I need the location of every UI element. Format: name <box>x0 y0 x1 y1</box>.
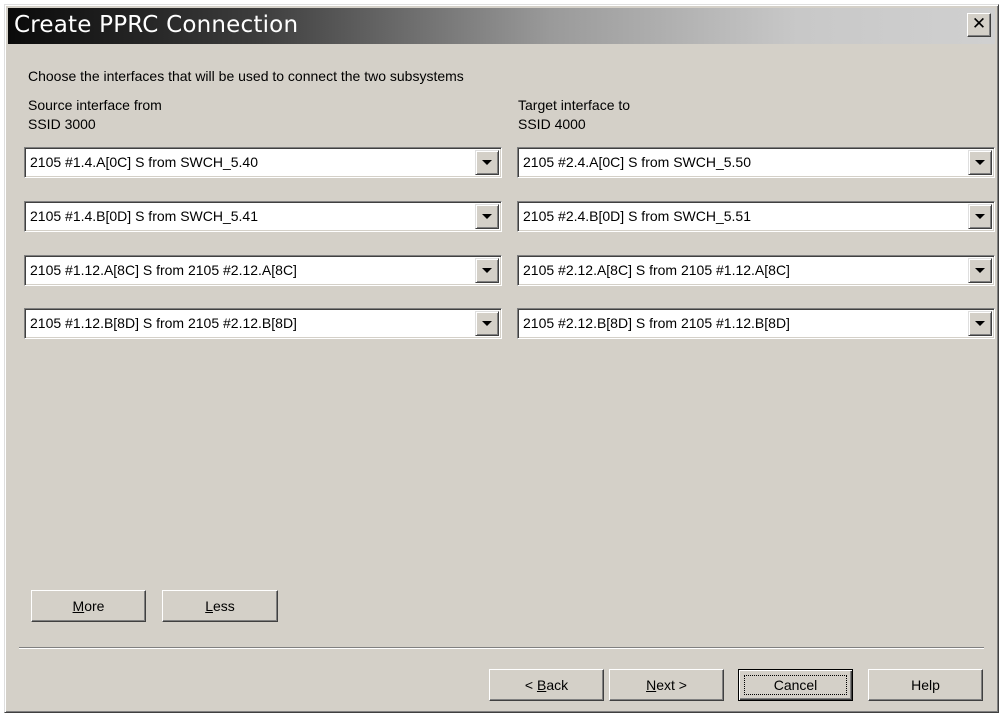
target-interface-select-4-value: 2105 #2.12.B[8D] S from 2105 #1.12.B[8D] <box>523 315 790 331</box>
footer-separator <box>19 647 984 649</box>
chevron-down-icon <box>482 160 492 165</box>
source-interface-select-1-dropdown-button[interactable] <box>475 150 499 175</box>
source-interface-select-4-value: 2105 #1.12.B[8D] S from 2105 #2.12.B[8D] <box>30 315 297 331</box>
cancel-button[interactable]: Cancel <box>738 669 853 701</box>
more-button-label: ore <box>84 598 105 614</box>
target-interface-select-4[interactable]: 2105 #2.12.B[8D] S from 2105 #1.12.B[8D] <box>517 308 995 339</box>
help-button[interactable]: Help <box>868 669 983 701</box>
instructions-text: Choose the interfaces that will be used … <box>28 68 464 84</box>
target-interface-select-1[interactable]: 2105 #2.4.A[0C] S from SWCH_5.50 <box>517 147 995 178</box>
chevron-down-icon <box>975 268 985 273</box>
chevron-down-icon <box>975 321 985 326</box>
source-interface-select-4[interactable]: 2105 #1.12.B[8D] S from 2105 #2.12.B[8D] <box>24 308 502 339</box>
target-interface-select-3[interactable]: 2105 #2.12.A[8C] S from 2105 #1.12.A[8C] <box>517 255 995 286</box>
title-bar[interactable]: Create PPRC Connection ✕ <box>8 8 995 44</box>
target-interface-select-3-dropdown-button[interactable] <box>968 258 992 283</box>
back-button-label: ack <box>546 677 569 693</box>
source-interface-select-2[interactable]: 2105 #1.4.B[0D] S from SWCH_5.41 <box>24 201 502 232</box>
target-interface-select-2[interactable]: 2105 #2.4.B[0D] S from SWCH_5.51 <box>517 201 995 232</box>
chevron-down-icon <box>975 160 985 165</box>
target-interface-select-3-value: 2105 #2.12.A[8C] S from 2105 #1.12.A[8C] <box>523 262 790 278</box>
cancel-button-label: Cancel <box>773 677 818 693</box>
chevron-down-icon <box>482 268 492 273</box>
less-button-mnemonic: L <box>205 598 213 614</box>
source-interface-select-3[interactable]: 2105 #1.12.A[8C] S from 2105 #2.12.A[8C] <box>24 255 502 286</box>
source-interface-select-1[interactable]: 2105 #1.4.A[0C] S from SWCH_5.40 <box>24 147 502 178</box>
back-button-prefix: < <box>524 677 537 693</box>
close-icon: ✕ <box>971 14 987 34</box>
back-button-mnemonic: B <box>536 677 547 693</box>
next-button-label: ext > <box>656 677 687 693</box>
chevron-down-icon <box>482 214 492 219</box>
target-interface-select-1-value: 2105 #2.4.A[0C] S from SWCH_5.50 <box>523 154 751 170</box>
chevron-down-icon <box>482 321 492 326</box>
less-button[interactable]: Less <box>162 590 278 622</box>
more-button[interactable]: More <box>31 590 146 622</box>
next-button[interactable]: Next > <box>609 669 724 701</box>
back-button[interactable]: < Back <box>489 669 604 701</box>
window-title: Create PPRC Connection <box>14 12 299 38</box>
target-interface-select-2-value: 2105 #2.4.B[0D] S from SWCH_5.51 <box>523 208 751 224</box>
source-interface-select-2-value: 2105 #1.4.B[0D] S from SWCH_5.41 <box>30 208 258 224</box>
target-interface-select-2-dropdown-button[interactable] <box>968 204 992 229</box>
target-interface-select-4-dropdown-button[interactable] <box>968 311 992 336</box>
source-ssid: SSID 3000 <box>28 116 96 132</box>
target-interface-select-1-dropdown-button[interactable] <box>968 150 992 175</box>
source-interface-select-2-dropdown-button[interactable] <box>475 204 499 229</box>
next-button-mnemonic: N <box>646 677 657 693</box>
more-button-mnemonic: M <box>72 598 85 614</box>
close-button[interactable]: ✕ <box>967 13 991 37</box>
less-button-label: ess <box>213 598 235 614</box>
source-interface-select-4-dropdown-button[interactable] <box>475 311 499 336</box>
target-ssid: SSID 4000 <box>518 116 586 132</box>
source-interface-select-3-dropdown-button[interactable] <box>475 258 499 283</box>
source-interface-select-1-value: 2105 #1.4.A[0C] S from SWCH_5.40 <box>30 154 258 170</box>
source-heading: Source interface from <box>28 97 162 113</box>
source-interface-select-3-value: 2105 #1.12.A[8C] S from 2105 #2.12.A[8C] <box>30 262 297 278</box>
create-pprc-connection-dialog: Create PPRC Connection ✕ Choose the inte… <box>4 4 999 713</box>
target-heading: Target interface to <box>518 97 631 113</box>
chevron-down-icon <box>975 214 985 219</box>
help-button-label: Help <box>911 677 940 693</box>
